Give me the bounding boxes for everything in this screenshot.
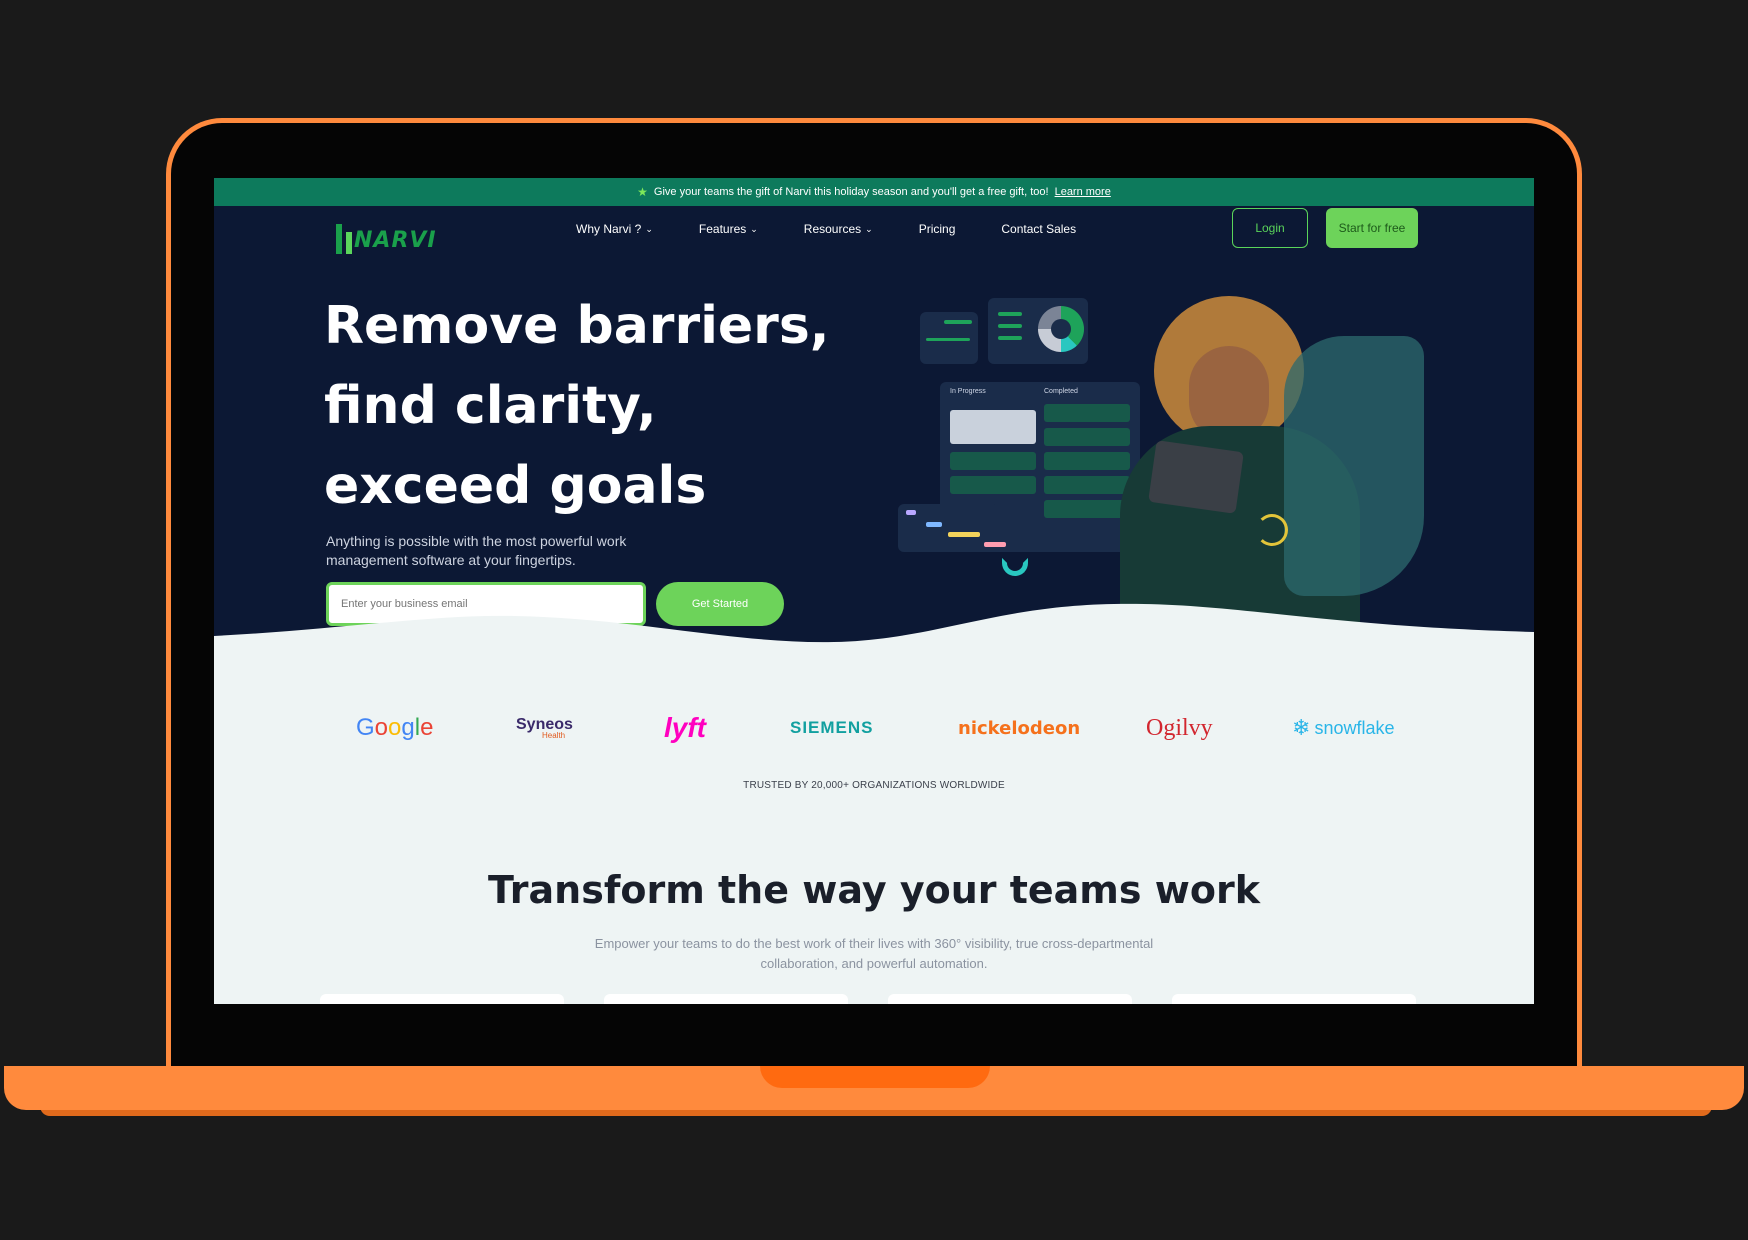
timeline-bar	[984, 542, 1006, 547]
star-icon: ★	[637, 185, 648, 199]
task-card	[950, 452, 1036, 470]
nav-item-label: Resources	[803, 222, 862, 236]
browser-viewport: ★ Give your teams the gift of Narvi this…	[214, 178, 1534, 1004]
decorative-arc	[1256, 514, 1288, 546]
profile-card	[920, 312, 978, 364]
donut-chart	[1038, 306, 1084, 352]
nav-pricing[interactable]: Pricing	[919, 222, 956, 236]
hero-title-line: find clarity,	[324, 376, 657, 436]
trusted-by-text: TRUSTED BY 20,000+ ORGANIZATIONS WORLDWI…	[743, 780, 1005, 791]
section-title: Transform the way your teams work	[488, 868, 1260, 912]
hero-title: Remove barriers, find clarity, exceed go…	[324, 286, 844, 526]
logo-ogilvy: Ogilvy	[1146, 714, 1213, 741]
nav-links: Why Narvi ? ⌄ Features ⌄ Resources ⌄ Pricin…	[576, 206, 1122, 252]
logo-lyft: lyft	[664, 712, 706, 743]
logo-text: NARVI	[354, 228, 437, 253]
start-for-free-button[interactable]: Start for free	[1326, 208, 1418, 248]
logo-mark	[336, 224, 342, 254]
card-line	[926, 338, 970, 341]
logo-syneos: Syneos Health	[516, 708, 573, 748]
feature-card-top	[320, 994, 564, 1004]
column-label: In Progress	[950, 388, 986, 395]
decorative-blob	[1284, 336, 1424, 596]
top-nav: NARVI Why Narvi ? ⌄ Features ⌄ Resources ⌄ …	[214, 206, 1534, 262]
card-line	[998, 324, 1022, 328]
hero-subtitle: Anything is possible with the most power…	[326, 533, 627, 568]
snowflake-wordmark: snowflake	[1314, 717, 1395, 738]
narvi-logo[interactable]: NARVI	[332, 214, 442, 258]
task-image	[950, 410, 1036, 444]
timeline-bar	[926, 522, 942, 527]
nav-item-label: Why Narvi ?	[576, 222, 642, 236]
card-line	[944, 320, 972, 324]
nav-resources[interactable]: Resources ⌄	[804, 222, 873, 236]
chevron-down-icon: ⌄	[750, 223, 758, 234]
syneos-sub: Health	[542, 731, 566, 740]
nav-contact-sales[interactable]: Contact Sales	[1001, 222, 1076, 236]
tablet	[1148, 440, 1244, 514]
hero-wave-divider	[214, 603, 1534, 666]
chevron-down-icon: ⌄	[865, 223, 873, 234]
task-card	[1044, 452, 1130, 470]
logo-google: Google	[356, 714, 434, 741]
hero-title-line: Remove barriers,	[324, 296, 830, 356]
logo-nickelodeon: nickelodeon	[958, 717, 1081, 739]
hero-title-line: exceed goals	[324, 456, 707, 516]
timeline-bar	[948, 532, 980, 537]
nav-features[interactable]: Features ⌄	[699, 222, 758, 236]
donut-card	[988, 298, 1088, 364]
nav-item-label: Features	[698, 222, 747, 236]
promo-learn-more-link[interactable]: Learn more	[1055, 186, 1111, 198]
promo-text: Give your teams the gift of Narvi this h…	[653, 186, 1049, 198]
task-card	[1044, 476, 1130, 494]
task-card	[1044, 500, 1130, 518]
customer-logos: Google Syneos Health lyft SIEMENS nickel…	[214, 708, 1534, 758]
feature-card-top	[888, 994, 1132, 1004]
column-label: Completed	[1044, 388, 1078, 395]
hero-section: NARVI Why Narvi ? ⌄ Features ⌄ Resources ⌄ …	[214, 206, 1534, 666]
logo-mark-accent	[346, 232, 352, 254]
nav-item-label: Pricing	[918, 222, 956, 236]
feature-card-top	[604, 994, 848, 1004]
timeline-bar	[906, 510, 916, 515]
nav-why-narvi[interactable]: Why Narvi ? ⌄	[576, 222, 653, 236]
card-line	[998, 312, 1022, 316]
task-card	[950, 476, 1036, 494]
card-line	[998, 336, 1022, 340]
logo-snowflake: ❄ snowflake	[1292, 708, 1394, 748]
stage: ★ Give your teams the gift of Narvi this…	[0, 0, 1748, 1240]
timeline-card	[898, 504, 1006, 552]
task-card	[1044, 404, 1130, 422]
snowflake-icon: ❄	[1292, 715, 1311, 740]
logo-siemens: SIEMENS	[790, 718, 874, 737]
laptop-notch	[760, 1066, 990, 1088]
feature-card-top	[1172, 994, 1416, 1004]
nav-item-label: Contact Sales	[1001, 222, 1077, 236]
section-subtitle: Empower your teams to do the best work o…	[594, 936, 1154, 971]
login-button[interactable]: Login	[1232, 208, 1308, 248]
task-card	[1044, 428, 1130, 446]
chevron-down-icon: ⌄	[645, 223, 653, 234]
promo-bar: ★ Give your teams the gift of Narvi this…	[214, 178, 1534, 206]
donut-hole	[1051, 319, 1071, 339]
decorative-ring	[1002, 558, 1028, 576]
